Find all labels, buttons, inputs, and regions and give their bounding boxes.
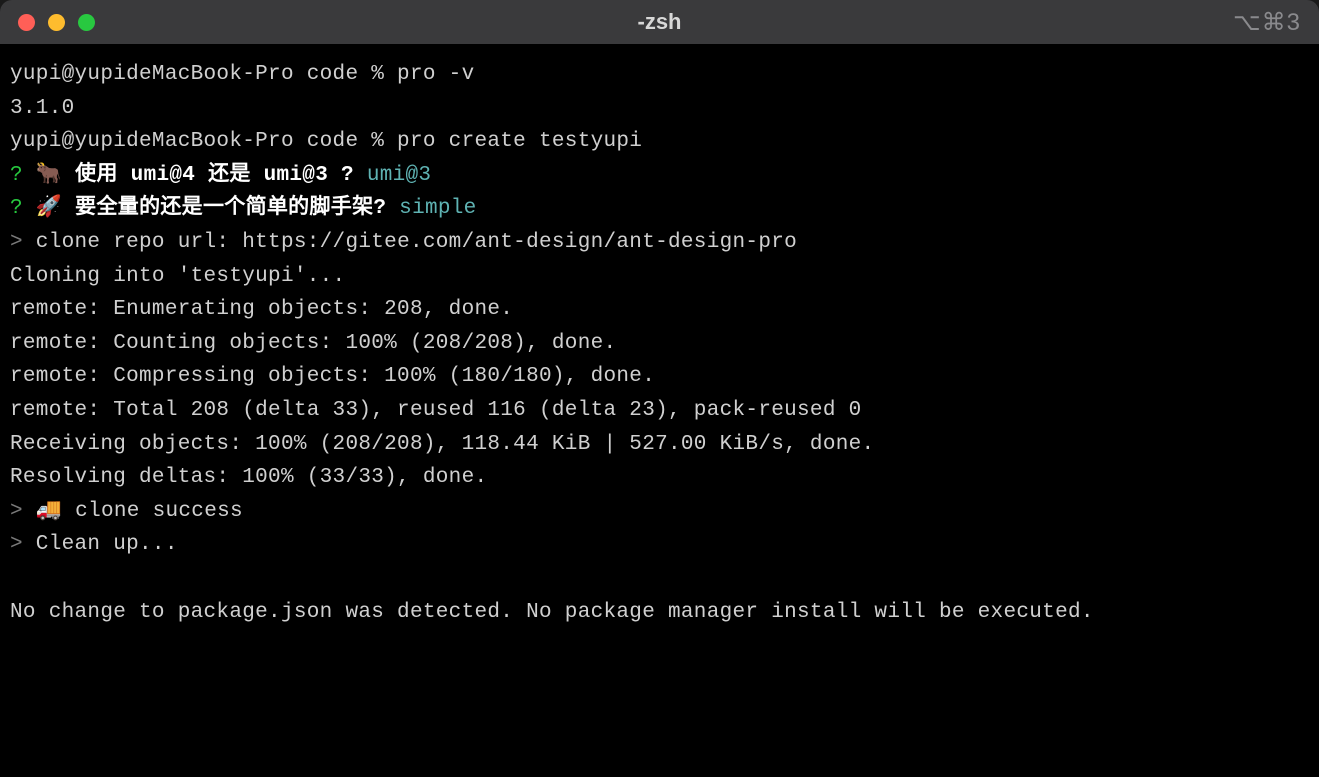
window-shortcut-indicator: ⌥⌘3 (1233, 8, 1301, 37)
terminal-line: remote: Counting objects: 100% (208/208)… (10, 327, 1309, 361)
prompt-answer: umi@3 (367, 164, 432, 187)
question-mark-icon: ? (10, 197, 23, 220)
terminal-line: yupi@yupideMacBook-Pro code % pro create… (10, 125, 1309, 159)
shell-prompt: yupi@yupideMacBook-Pro code % pro -v (10, 63, 474, 86)
terminal-output[interactable]: yupi@yupideMacBook-Pro code % pro -v 3.1… (0, 44, 1319, 777)
window-titlebar: -zsh ⌥⌘3 (0, 0, 1319, 44)
terminal-line: Resolving deltas: 100% (33/33), done. (10, 461, 1309, 495)
terminal-line: 3.1.0 (10, 92, 1309, 126)
traffic-lights (18, 14, 95, 31)
terminal-line: remote: Compressing objects: 100% (180/1… (10, 360, 1309, 394)
cow-emoji-icon: 🐂 (36, 164, 62, 187)
chevron-right-icon: > (10, 231, 23, 254)
chevron-right-icon: > (10, 500, 23, 523)
window-title: -zsh (638, 9, 682, 35)
cleanup-text: Clean up... (23, 533, 178, 556)
clone-success-text: clone success (62, 500, 243, 523)
terminal-line: ? 🚀 要全量的还是一个简单的脚手架? simple (10, 192, 1309, 226)
maximize-button[interactable] (78, 14, 95, 31)
prompt-answer: simple (399, 197, 476, 220)
close-button[interactable] (18, 14, 35, 31)
truck-emoji-icon: 🚚 (36, 500, 62, 523)
clone-url-text: clone repo url: https://gitee.com/ant-de… (23, 231, 797, 254)
prompt-question: 使用 umi@4 还是 umi@3 ? (62, 164, 367, 187)
terminal-line: Receiving objects: 100% (208/208), 118.4… (10, 428, 1309, 462)
terminal-line: > Clean up... (10, 528, 1309, 562)
terminal-line: No change to package.json was detected. … (10, 596, 1309, 630)
terminal-line (10, 562, 1309, 596)
question-mark-icon: ? (10, 164, 23, 187)
prompt-question: 要全量的还是一个简单的脚手架? (62, 197, 399, 220)
terminal-line: yupi@yupideMacBook-Pro code % pro -v (10, 58, 1309, 92)
terminal-line: remote: Enumerating objects: 208, done. (10, 293, 1309, 327)
terminal-line: remote: Total 208 (delta 33), reused 116… (10, 394, 1309, 428)
minimize-button[interactable] (48, 14, 65, 31)
terminal-line: > clone repo url: https://gitee.com/ant-… (10, 226, 1309, 260)
shell-prompt: yupi@yupideMacBook-Pro code % pro create… (10, 130, 642, 153)
terminal-line: > 🚚 clone success (10, 495, 1309, 529)
terminal-line: Cloning into 'testyupi'... (10, 260, 1309, 294)
chevron-right-icon: > (10, 533, 23, 556)
rocket-emoji-icon: 🚀 (36, 197, 62, 220)
terminal-line: ? 🐂 使用 umi@4 还是 umi@3 ? umi@3 (10, 159, 1309, 193)
